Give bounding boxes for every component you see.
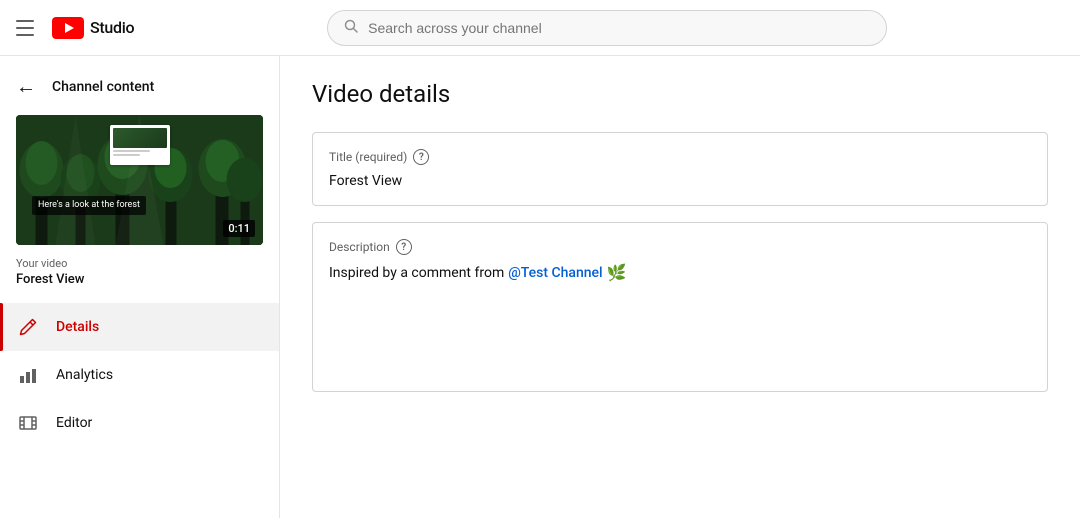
- top-header: Studio: [0, 0, 1080, 56]
- description-value: Inspired by a comment from @Test Channel…: [329, 263, 1031, 282]
- thumbnail-bg: Here's a look at the forest 0:11: [16, 115, 263, 245]
- sidebar: ← Channel content: [0, 56, 280, 518]
- pencil-icon: [16, 315, 40, 339]
- sidebar-nav: Details Analytics: [0, 303, 279, 447]
- main-content: Video details Title (required) ? Forest …: [280, 56, 1080, 518]
- page-title: Video details: [312, 80, 1048, 108]
- sidebar-item-editor[interactable]: Editor: [0, 399, 279, 447]
- sidebar-item-details[interactable]: Details: [0, 303, 279, 351]
- title-field-label: Title (required) ?: [329, 149, 1031, 165]
- back-label: Channel content: [52, 79, 154, 95]
- video-info-label: Your video: [16, 257, 263, 270]
- video-card-overlay: [110, 125, 170, 165]
- search-input[interactable]: [368, 20, 870, 36]
- video-info-title: Forest View: [16, 272, 263, 287]
- search-icon: [344, 19, 358, 37]
- youtube-icon: [52, 17, 84, 39]
- sidebar-item-analytics[interactable]: Analytics: [0, 351, 279, 399]
- sidebar-item-label-editor: Editor: [56, 415, 92, 431]
- duration-badge: 0:11: [223, 220, 255, 237]
- leaf-emoji: 🌿: [607, 263, 627, 282]
- logo[interactable]: Studio: [52, 17, 134, 39]
- body: ← Channel content: [0, 56, 1080, 518]
- description-field-label: Description ?: [329, 239, 1031, 255]
- search-bar[interactable]: [327, 10, 887, 46]
- back-arrow-icon: ←: [16, 74, 36, 99]
- sidebar-item-label-analytics: Analytics: [56, 367, 113, 383]
- title-field-value: Forest View: [329, 173, 1031, 189]
- logo-text: Studio: [90, 18, 134, 37]
- video-info: Your video Forest View: [0, 257, 279, 303]
- hamburger-menu[interactable]: [16, 16, 40, 40]
- back-nav[interactable]: ← Channel content: [0, 64, 279, 115]
- caption-box: Here's a look at the forest: [32, 196, 146, 215]
- description-field-card[interactable]: Description ? Inspired by a comment from…: [312, 222, 1048, 392]
- sidebar-item-label-details: Details: [56, 319, 99, 335]
- mention-link[interactable]: @Test Channel: [508, 265, 602, 281]
- header-left: Studio: [16, 16, 134, 40]
- description-help-icon[interactable]: ?: [396, 239, 412, 255]
- film-icon: [16, 411, 40, 435]
- title-help-icon[interactable]: ?: [413, 149, 429, 165]
- bar-chart-icon: [16, 363, 40, 387]
- video-thumbnail: Here's a look at the forest 0:11: [16, 115, 263, 245]
- title-field-card[interactable]: Title (required) ? Forest View: [312, 132, 1048, 206]
